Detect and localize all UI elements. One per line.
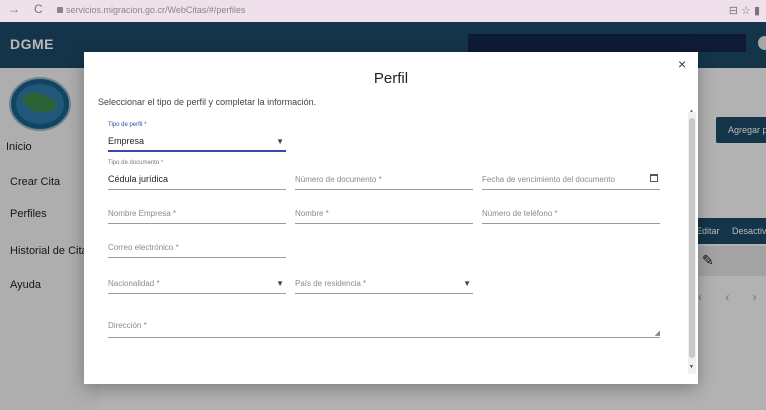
nombre-input[interactable]: Nombre * [295,206,473,224]
dialog-subtitle: Seleccionar el tipo de perfil y completa… [98,97,317,107]
reload-icon[interactable]: C [34,2,43,16]
chevron-down-icon: ▼ [276,279,284,288]
fecha-vencimiento-input[interactable]: Fecha de vencimiento del documento [482,172,660,190]
nacionalidad-select[interactable]: Nacionalidad * ▼ [108,276,286,294]
pais-residencia-select[interactable]: País de residencia * ▼ [295,276,473,294]
correo-input[interactable]: Correo electrónico * [108,240,286,258]
browser-toolbar: → C servicios.migracion.go.cr/WebCitas/#… [0,0,766,22]
calendar-icon[interactable] [650,174,658,182]
numero-documento-placeholder: Número de documento * [295,175,382,184]
chevron-down-icon: ▼ [276,137,284,146]
scrollbar-thumb[interactable] [689,118,695,358]
chevron-down-icon: ▼ [463,279,471,288]
direccion-textarea[interactable]: Dirección * ◢ [108,318,660,338]
correo-placeholder: Correo electrónico * [108,243,179,252]
forward-arrow-icon[interactable]: → [8,2,20,16]
tipo-documento-label: Tipo de documento * [108,160,164,166]
nombre-empresa-input[interactable]: Nombre Empresa * [108,206,286,224]
telefono-input[interactable]: Número de teléfono * [482,206,660,224]
nacionalidad-placeholder: Nacionalidad * [108,279,160,288]
lock-icon [57,7,63,13]
dialog-title: Perfil [373,70,409,87]
tipo-perfil-value: Empresa [108,136,145,146]
tipo-perfil-select[interactable]: Tipo de perfil * Empresa ▼ [108,122,286,152]
nombre-placeholder: Nombre * [295,209,329,218]
scroll-up-icon[interactable]: ▲ [689,108,694,114]
numero-documento-input[interactable]: Número de documento * [295,172,473,190]
telefono-placeholder: Número de teléfono * [482,209,558,218]
direccion-placeholder: Dirección * [108,321,147,330]
scroll-down-icon[interactable]: ▼ [689,364,694,370]
nombre-empresa-placeholder: Nombre Empresa * [108,209,177,218]
tipo-documento-field[interactable]: Tipo de documento * Cédula jurídica [108,160,286,190]
perfil-dialog: × Perfil Seleccionar el tipo de perfil y… [84,52,698,384]
resize-handle-icon[interactable]: ◢ [655,329,660,337]
pais-residencia-placeholder: País de residencia * [295,279,367,288]
browser-action-icons[interactable]: ⊟ ☆ ▮ [729,4,760,17]
tipo-documento-value: Cédula jurídica [108,174,169,184]
tipo-perfil-label: Tipo de perfil * [108,122,147,128]
dialog-scrollbar[interactable]: ▲ ▼ [688,108,696,374]
fecha-vencimiento-placeholder: Fecha de vencimiento del documento [482,175,615,184]
address-bar[interactable]: servicios.migracion.go.cr/WebCitas/#/per… [66,5,245,15]
